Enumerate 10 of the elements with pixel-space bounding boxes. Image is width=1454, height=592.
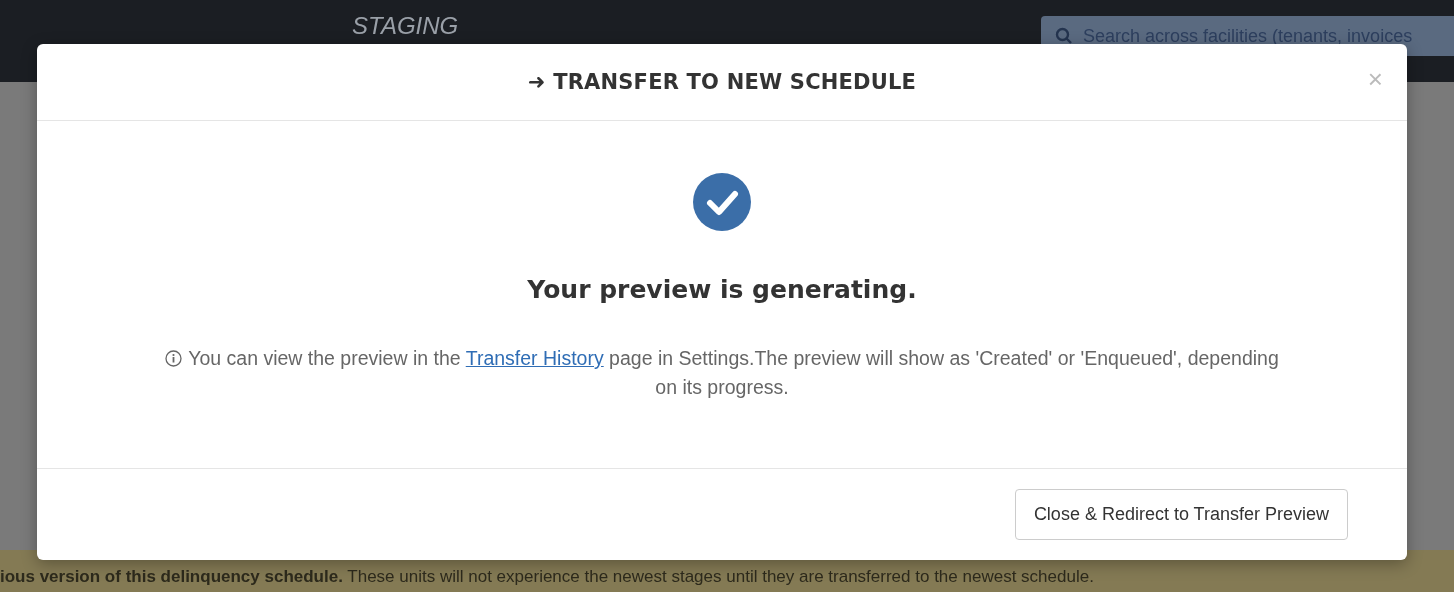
- banner-text: ious version of this delinquency schedule. These units will not experience the newest stages until they are transferred to the newest schedule.: [0, 567, 1094, 586]
- checkmark-icon: [693, 173, 751, 231]
- status-heading: Your preview is generating.: [527, 275, 917, 304]
- transfer-history-link[interactable]: Transfer History: [465, 347, 604, 369]
- environment-label: STAGING: [352, 12, 459, 40]
- redirect-button[interactable]: Close & Redirect to Transfer Preview: [1014, 489, 1348, 540]
- info-message: You can view the preview in the Transfer History page in Settings.The preview will show as 'Created' or 'Enqueued', depending on its progress.: [157, 344, 1287, 402]
- modal-title: ➜ TRANSFER TO NEW SCHEDULE: [527, 70, 917, 94]
- search-icon: [1055, 27, 1073, 45]
- info-icon: [165, 350, 183, 367]
